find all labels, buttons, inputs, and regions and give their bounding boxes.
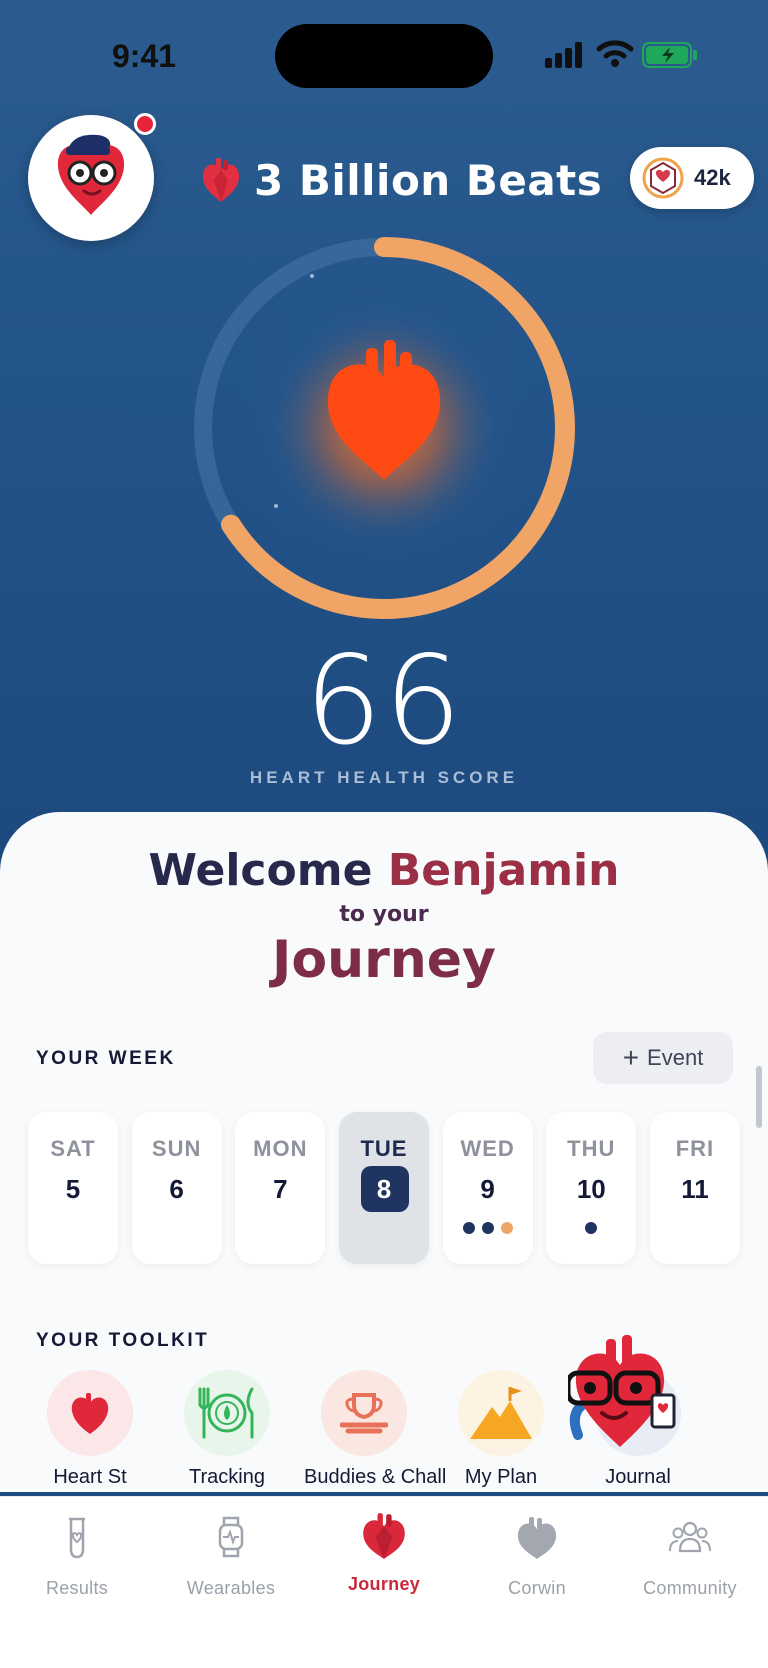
- watch-icon: [218, 1516, 244, 1558]
- tab-label: Results: [45, 1578, 109, 1598]
- day-card-selected[interactable]: TUE 8: [338, 1112, 429, 1264]
- welcome-word: Welcome: [148, 845, 373, 896]
- points-value: 42k: [694, 165, 731, 190]
- welcome-subtitle: to your: [339, 902, 429, 927]
- heart-icon: [202, 158, 240, 202]
- day-name: FRI: [675, 1136, 715, 1161]
- journey-title: Journey: [272, 930, 496, 990]
- people-icon: [669, 1521, 711, 1553]
- signal-icon: [545, 42, 582, 68]
- mascot-icon: [517, 1517, 557, 1559]
- bottom-tab-bar: Results Wearables Journey Corwin Communi…: [0, 1496, 768, 1668]
- tool-my-plan[interactable]: My Plan: [441, 1370, 561, 1489]
- tool-tracking[interactable]: Tracking: [167, 1370, 287, 1489]
- day-name: THU: [567, 1136, 616, 1161]
- day-card[interactable]: MON 7: [235, 1112, 326, 1264]
- scrollbar[interactable]: [756, 1066, 762, 1128]
- points-pill[interactable]: 42k: [630, 147, 754, 209]
- status-time: 9:41: [112, 38, 177, 74]
- day-date: 5: [65, 1174, 81, 1204]
- add-event-label: Event: [647, 1045, 704, 1070]
- tab-label: Journey: [347, 1574, 421, 1594]
- tab-label: Wearables: [186, 1578, 276, 1598]
- tool-label: Heart St: [53, 1466, 127, 1488]
- day-card[interactable]: THU 10: [546, 1112, 637, 1264]
- wifi-icon: [596, 40, 634, 67]
- day-name: WED: [460, 1136, 515, 1161]
- dynamic-island: [275, 24, 493, 88]
- tool-label: Journal: [605, 1466, 671, 1488]
- status-bar: 9:41: [0, 0, 768, 110]
- heart-health-score: 66: [304, 630, 464, 772]
- add-event-button[interactable]: + Event: [593, 1032, 733, 1084]
- battery-icon: [642, 42, 697, 68]
- day-card[interactable]: WED 9: [442, 1112, 533, 1264]
- mascot-icon[interactable]: [568, 1335, 678, 1455]
- trophy-icon: [321, 1370, 407, 1456]
- tab-journey[interactable]: Journey: [309, 1513, 459, 1595]
- event-dots: [443, 1222, 533, 1234]
- score-label: HEART HEALTH SCORE: [249, 768, 519, 787]
- day-card[interactable]: SAT 5: [28, 1112, 118, 1264]
- mascot-avatar-icon: [57, 134, 125, 215]
- notification-dot: [134, 113, 156, 135]
- app-title-text: 3 Billion Beats: [254, 155, 603, 205]
- billion-buck-badge-icon: [642, 157, 684, 199]
- tab-label: Corwin: [508, 1578, 566, 1598]
- tab-label: Community: [643, 1578, 737, 1598]
- tool-heart-stats[interactable]: Heart St: [30, 1370, 150, 1489]
- day-date: 7: [273, 1174, 288, 1204]
- mountain-flag-icon: [458, 1370, 544, 1456]
- tool-label: Buddies & Chall: [304, 1466, 447, 1488]
- app-title: 3 Billion Beats: [200, 150, 602, 210]
- day-name: SUN: [151, 1136, 202, 1161]
- day-card[interactable]: SUN 6: [131, 1112, 222, 1264]
- day-date: 11: [681, 1174, 709, 1204]
- welcome-heading: Welcome Benjamin: [0, 845, 768, 896]
- tab-results[interactable]: Results: [2, 1515, 152, 1599]
- profile-avatar[interactable]: [28, 115, 154, 241]
- user-name: Benjamin: [387, 845, 620, 896]
- tab-community[interactable]: Community: [615, 1515, 765, 1599]
- your-week-title: YOUR WEEK: [36, 1048, 176, 1069]
- event-dots: [546, 1222, 636, 1234]
- day-date: 6: [169, 1174, 184, 1204]
- event-dot: [481, 1222, 494, 1234]
- plus-icon: +: [622, 1042, 640, 1073]
- day-name: MON: [253, 1136, 308, 1161]
- week-day-strip: SAT 5 SUN 6 MON 7 TUE 8 WED 9 THU 10 FRI…: [28, 1112, 740, 1264]
- event-dot: [500, 1222, 513, 1234]
- tool-label: Tracking: [189, 1466, 265, 1488]
- event-dot: [585, 1222, 598, 1234]
- day-date: 8: [376, 1174, 392, 1204]
- day-card[interactable]: FRI 11: [649, 1112, 740, 1264]
- event-dot: [462, 1222, 475, 1234]
- tool-buddies[interactable]: Buddies & Chall: [304, 1370, 447, 1489]
- plate-icon: [184, 1370, 270, 1456]
- day-name: TUE: [360, 1136, 408, 1161]
- test-tube-icon: [69, 1517, 85, 1559]
- tab-corwin[interactable]: Corwin: [462, 1515, 612, 1599]
- heart-icon: [47, 1370, 133, 1456]
- heart-score-ring: [193, 237, 575, 619]
- tab-wearables[interactable]: Wearables: [156, 1515, 306, 1599]
- your-toolkit-title: YOUR TOOLKIT: [36, 1330, 210, 1351]
- heart-icon: [363, 1513, 405, 1559]
- day-date: 10: [576, 1174, 606, 1204]
- tool-label: My Plan: [464, 1466, 538, 1488]
- day-name: SAT: [50, 1136, 96, 1161]
- day-date: 9: [480, 1174, 495, 1204]
